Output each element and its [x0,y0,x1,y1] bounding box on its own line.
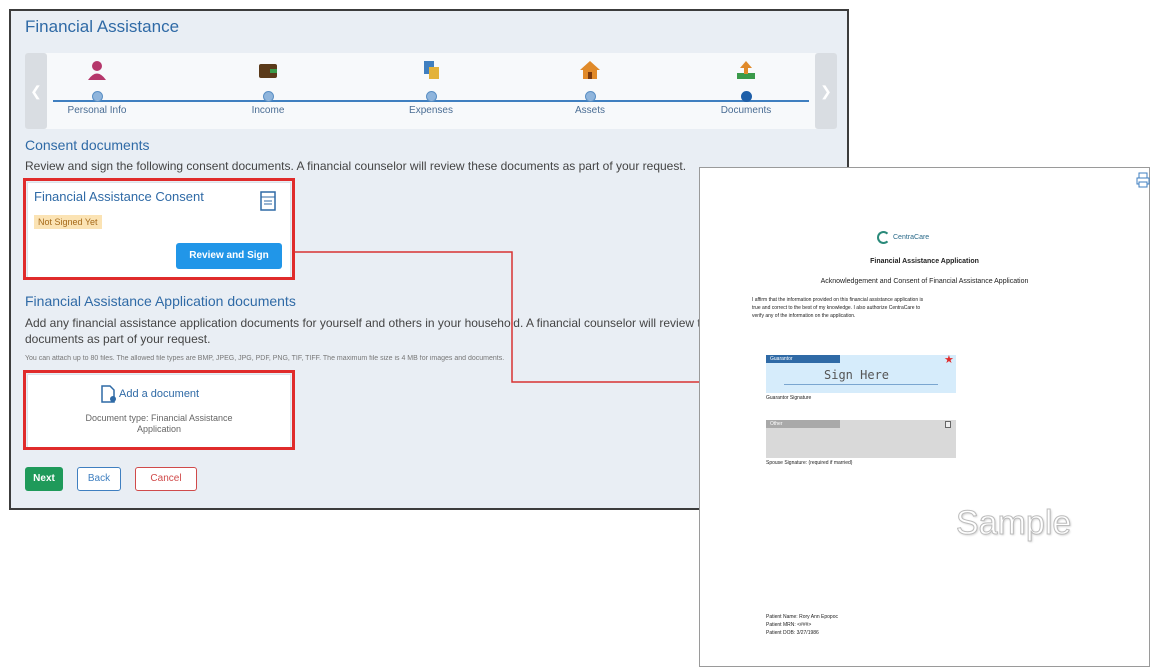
patient-name: Rory Ann Epopoc [799,614,838,620]
patient-dob-label: Patient DOB: [766,630,796,636]
document-preview: CentraCare Financial Assistance Applicat… [699,167,1150,667]
spouse-caption: Spouse Signature: (required if married) [766,460,853,466]
lock-icon [945,421,951,428]
sign-here-text: Sign Here [824,368,890,382]
spouse-signature-field[interactable]: Other [766,420,956,458]
other-tag: Other [766,420,840,428]
doc-body-2: true and correct to the best of my knowl… [752,305,921,311]
patient-mrn-label: Patient MRN: [766,622,796,628]
doc-subtitle: Acknowledgement and Consent of Financial… [820,278,1029,285]
guarantor-caption: Guarantor Signature [766,395,812,401]
doc-title: Financial Assistance Application [870,258,979,265]
logo-text: CentraCare [893,234,930,241]
guarantor-tag: Guarantor [766,355,840,363]
guarantor-signature-field[interactable]: Guarantor ★ Sign Here [766,354,956,393]
print-icon[interactable] [1136,172,1150,188]
doc-body-1: I affirm that the information provided o… [752,297,924,303]
patient-mrn: <###> [797,622,812,628]
required-star-icon: ★ [944,354,954,366]
doc-body-3: verify any of the information on the app… [752,313,856,319]
sample-watermark: Sample [955,504,1072,543]
patient-dob: 3/27/1986 [796,630,819,636]
patient-info: Patient Name: Rory Ann Epopoc Patient MR… [766,613,838,637]
patient-name-label: Patient Name: [766,614,798,620]
signature-line [784,384,938,385]
centracare-logo-icon [877,231,890,244]
